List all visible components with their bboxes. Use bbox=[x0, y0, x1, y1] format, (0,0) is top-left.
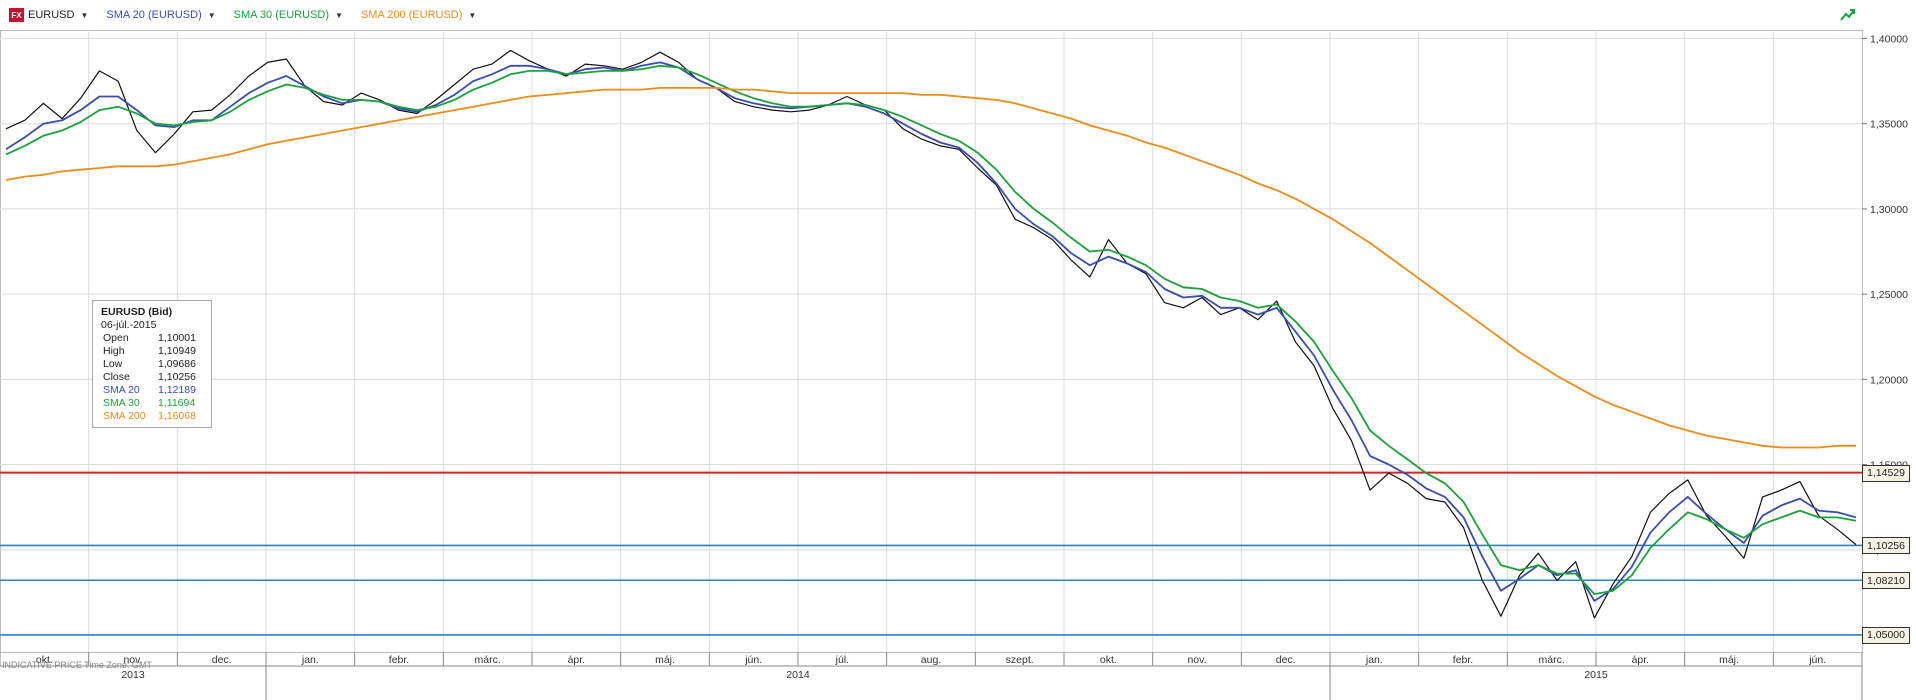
sma20-dropdown[interactable]: SMA 20 (EURUSD) ▼ bbox=[106, 9, 215, 21]
info-key: SMA 20 bbox=[103, 384, 140, 396]
year-label: 2013 bbox=[121, 669, 145, 681]
x-axis: okt. nov. dec. jan. febr. márc. ápr. máj. jún. jú… bbox=[0, 652, 1863, 700]
month-label: jún. bbox=[744, 654, 762, 666]
month-label: jan. bbox=[1365, 654, 1383, 666]
y-tick-label: 1,40000 bbox=[1870, 34, 1908, 46]
month-label: júl. bbox=[835, 654, 849, 666]
month-label: márc. bbox=[475, 654, 501, 666]
month-label: máj. bbox=[655, 654, 675, 666]
y-tick-label: 1,25000 bbox=[1870, 289, 1908, 301]
month-label: aug. bbox=[921, 654, 941, 666]
sma30-line bbox=[5, 64, 1857, 595]
resistance-price-tag: 1,14529 bbox=[1862, 464, 1910, 482]
month-label: máj. bbox=[1719, 654, 1739, 666]
info-row: Close 1,10256 bbox=[101, 371, 211, 384]
year-label: 2015 bbox=[1584, 669, 1608, 681]
fx-icon: FX bbox=[9, 8, 24, 22]
info-key: SMA 30 bbox=[103, 397, 140, 409]
info-row: SMA 30 1,11694 bbox=[101, 397, 211, 410]
month-label: szept. bbox=[1006, 654, 1034, 666]
month-label: febr. bbox=[1453, 654, 1473, 666]
year-label: 2014 bbox=[786, 669, 810, 681]
month-label: márc. bbox=[1539, 654, 1565, 666]
y-tick-label: 1,20000 bbox=[1870, 374, 1908, 386]
info-row: Low 1,09686 bbox=[101, 358, 211, 371]
caret-down-icon: ▼ bbox=[468, 10, 477, 20]
chart-toolbar: FX EURUSD ▼ SMA 20 (EURUSD) ▼ SMA 30 (EU… bbox=[0, 0, 1916, 30]
sma200-line bbox=[5, 87, 1856, 449]
info-value: 1,10256 bbox=[158, 371, 196, 383]
caret-down-icon: ▼ bbox=[207, 10, 216, 20]
price-chart[interactable]: 1,400001,350001,300001,250001,200001,150… bbox=[0, 0, 1916, 700]
sma30-dropdown[interactable]: SMA 30 (EURUSD) ▼ bbox=[234, 9, 343, 21]
info-row: Open 1,10001 bbox=[101, 332, 211, 345]
chart-grid bbox=[0, 30, 1863, 653]
month-label: dec. bbox=[1276, 654, 1296, 666]
info-row: SMA 200 1,16068 bbox=[101, 410, 211, 423]
info-value: 1,11694 bbox=[158, 397, 196, 409]
sma20-line bbox=[5, 61, 1857, 602]
info-key: Close bbox=[103, 371, 130, 383]
info-key: High bbox=[103, 345, 125, 357]
y-tick-label: 1,35000 bbox=[1870, 119, 1908, 131]
month-label: ápr. bbox=[1632, 654, 1650, 666]
status-text: INDICATIVE PRICE Time Zone: GMT bbox=[2, 660, 152, 670]
ohlc-info-box: EURUSD (Bid) 06-júl.-2015 Open 1,10001 Hig… bbox=[92, 300, 212, 428]
horizontal-lines bbox=[0, 471, 1862, 636]
info-row: High 1,10949 bbox=[101, 345, 211, 358]
info-key: Open bbox=[103, 332, 129, 344]
info-key: SMA 200 bbox=[103, 410, 146, 422]
support-2-price-tag: 1,05000 bbox=[1862, 626, 1910, 644]
month-label: jan. bbox=[301, 654, 319, 666]
price-line bbox=[5, 49, 1857, 619]
info-value: 1,10001 bbox=[158, 332, 196, 344]
chart-series bbox=[5, 49, 1857, 619]
info-date: 06-júl.-2015 bbox=[101, 319, 157, 331]
info-value: 1,16068 bbox=[158, 410, 196, 422]
month-label: jún. bbox=[1808, 654, 1826, 666]
info-key: Low bbox=[103, 358, 123, 370]
month-label: dec. bbox=[212, 654, 232, 666]
sma30-label: SMA 30 (EURUSD) bbox=[233, 9, 330, 21]
support-1-price-tag: 1,08210 bbox=[1862, 572, 1910, 590]
symbol-dropdown[interactable]: EURUSD ▼ bbox=[28, 9, 88, 21]
info-row: SMA 20 1,12189 bbox=[101, 384, 211, 397]
month-label: nov. bbox=[1187, 654, 1206, 666]
info-title: EURUSD (Bid) bbox=[101, 306, 173, 318]
caret-down-icon: ▼ bbox=[80, 10, 89, 20]
sma200-label: SMA 200 (EURUSD) bbox=[360, 9, 463, 21]
sma20-label: SMA 20 (EURUSD) bbox=[106, 9, 202, 21]
month-label: febr. bbox=[389, 654, 409, 666]
info-value: 1,09686 bbox=[158, 358, 196, 370]
month-label: ápr. bbox=[568, 654, 586, 666]
month-label: okt. bbox=[1100, 654, 1117, 666]
info-value: 1,10949 bbox=[158, 345, 196, 357]
sma200-dropdown[interactable]: SMA 200 (EURUSD) ▼ bbox=[361, 9, 476, 21]
info-value: 1,12189 bbox=[158, 384, 196, 396]
y-tick-label: 1,30000 bbox=[1870, 204, 1908, 216]
last-close-price-tag: 1,10256 bbox=[1862, 537, 1910, 555]
symbol-label: EURUSD bbox=[28, 9, 75, 21]
trend-arrow-icon[interactable] bbox=[1840, 8, 1856, 25]
caret-down-icon: ▼ bbox=[335, 10, 343, 20]
